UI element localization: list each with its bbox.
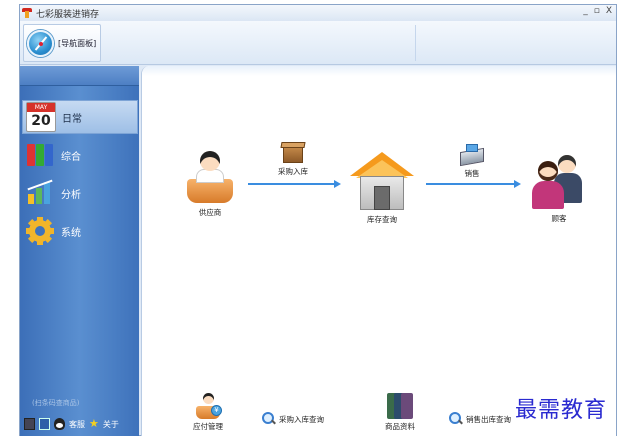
inventory-node[interactable]: 库存查询 xyxy=(347,152,417,225)
barcode-hint[interactable]: (扫条码查商品) xyxy=(32,398,79,408)
ribbon: [导航面板] xyxy=(20,21,616,65)
payables-icon: ¥ xyxy=(194,391,222,421)
sidebar-item-label: 综合 xyxy=(61,151,81,163)
sidebar-item-system[interactable]: 系统 xyxy=(22,214,138,248)
binders-icon xyxy=(25,140,55,170)
box-icon xyxy=(279,138,307,166)
supplier-label: 供应商 xyxy=(198,208,222,217)
sidebar-item-analysis[interactable]: 分析 xyxy=(22,176,138,210)
sidebar-item-label: 日常 xyxy=(62,113,82,125)
warehouse-icon xyxy=(350,152,414,214)
purchase-in-node[interactable]: 采购入库 xyxy=(272,138,314,177)
ribbon-divider xyxy=(415,25,416,61)
clothing-icon xyxy=(385,391,415,421)
calculator-icon[interactable] xyxy=(24,418,35,430)
sidebar-item-general[interactable]: 综合 xyxy=(22,138,138,172)
sidebar-item-label: 系统 xyxy=(61,227,81,239)
sidebar-toolbar: 客服 ★ 关于 xyxy=(24,418,119,430)
sales-query-link[interactable]: 销售出库查询 xyxy=(449,412,511,426)
sidebar-item-label: 分析 xyxy=(61,189,81,201)
sidebar-item-daily[interactable]: MAY 20 日常 xyxy=(22,100,138,134)
payables-label: 应付管理 xyxy=(193,422,223,431)
customers-label: 顾客 xyxy=(551,214,567,223)
inventory-label: 库存查询 xyxy=(367,215,397,224)
nav-panel-label: [导航面板] xyxy=(58,38,97,48)
product-data-label: 商品资料 xyxy=(385,422,415,431)
close-button[interactable]: X xyxy=(606,6,612,16)
chart-icon xyxy=(25,178,55,208)
watermark: 最需教育 xyxy=(515,398,608,423)
sales-node[interactable]: 销售 xyxy=(455,142,489,179)
magnifier-icon xyxy=(262,412,276,426)
window-controls: _ ▫ X xyxy=(583,6,612,16)
customer-service-link[interactable]: 客服 xyxy=(69,419,85,430)
minimize-button[interactable]: _ xyxy=(583,6,588,16)
purchase-in-label: 采购入库 xyxy=(278,167,308,176)
compass-icon xyxy=(27,29,54,57)
calendar-icon: MAY 20 xyxy=(26,102,56,132)
purchase-query-link[interactable]: 采购入库查询 xyxy=(262,412,324,426)
nav-panel-tab[interactable]: [导航面板] xyxy=(23,24,101,62)
sales-label: 销售 xyxy=(464,169,480,178)
notebook-icon[interactable] xyxy=(39,418,50,430)
supplier-node[interactable]: 供应商 xyxy=(180,149,240,218)
sidebar-header xyxy=(20,66,139,86)
app-window: 七彩服装进销存 _ ▫ X [导航面板] MAY 20 日常 综合 分析 系统 … xyxy=(19,4,617,436)
qq-penguin-icon[interactable] xyxy=(54,418,65,430)
flow-arrow xyxy=(426,180,521,188)
sidebar: MAY 20 日常 综合 分析 系统 (扫条码查商品) 客服 ★ 关于 xyxy=(20,66,139,436)
maximize-button[interactable]: ▫ xyxy=(594,6,600,16)
about-link[interactable]: 关于 xyxy=(103,419,119,430)
window-title: 七彩服装进销存 xyxy=(36,9,100,20)
customers-icon xyxy=(528,153,590,213)
gear-icon xyxy=(25,216,55,246)
magnifier-icon xyxy=(449,412,463,426)
customers-node[interactable]: 顾客 xyxy=(527,153,591,224)
supplier-icon xyxy=(183,149,237,207)
payables-node[interactable]: ¥ 应付管理 xyxy=(186,391,230,432)
title-bar: 七彩服装进销存 _ ▫ X xyxy=(20,5,616,21)
pos-terminal-icon xyxy=(457,142,487,168)
app-logo-icon xyxy=(22,8,32,18)
star-icon[interactable]: ★ xyxy=(89,418,99,430)
sales-query-label: 销售出库查询 xyxy=(466,414,511,424)
flow-arrow xyxy=(248,180,341,188)
purchase-query-label: 采购入库查询 xyxy=(279,414,324,424)
product-data-node[interactable]: 商品资料 xyxy=(378,391,422,432)
navigation-panel: 供应商 采购入库 库存查询 销售 顾客 ¥ 应付管理 采购入库查询 商品资料 销… xyxy=(141,66,616,436)
